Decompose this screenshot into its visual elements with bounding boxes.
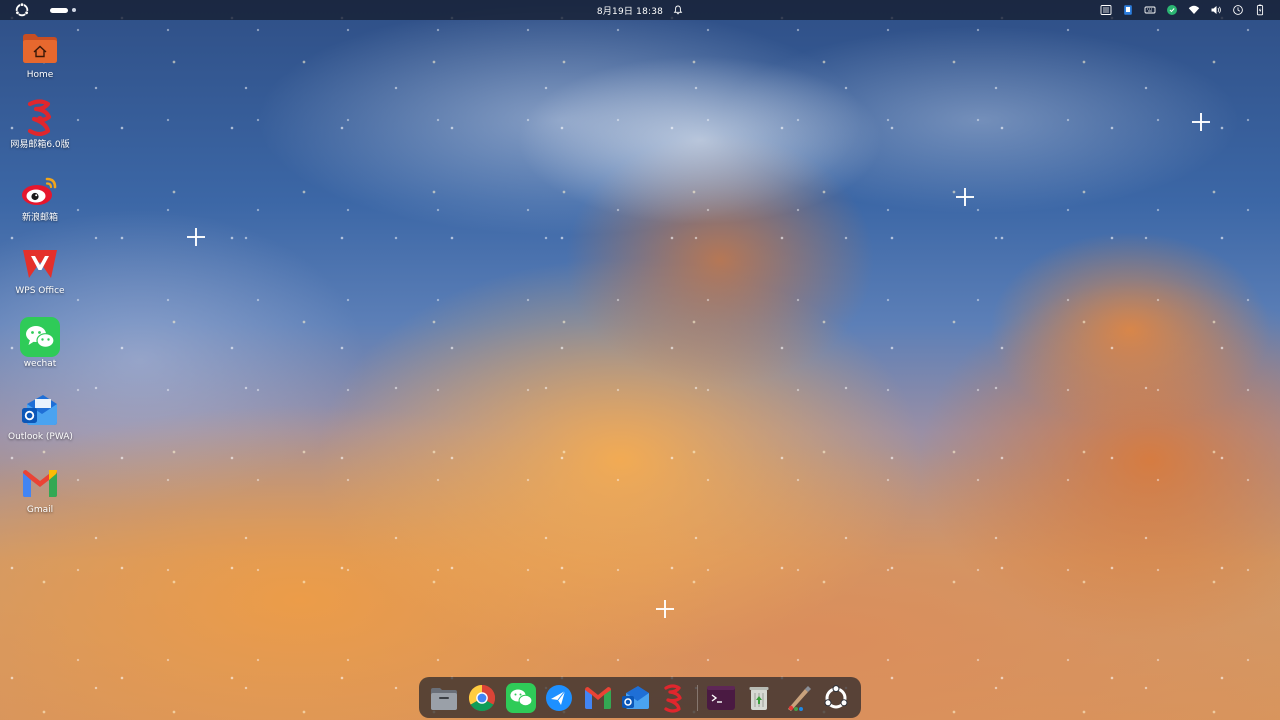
dock-ubuntu-apps[interactable] (819, 680, 852, 715)
wifi-icon[interactable] (1188, 4, 1200, 16)
desktop-item-label: Home (26, 70, 54, 80)
wallpaper-star-flare (656, 600, 674, 618)
outlook-icon (621, 685, 649, 709)
wps-office-icon (20, 244, 60, 284)
wallpaper-star-flare (1192, 113, 1210, 131)
desktop-item-label: Gmail (26, 505, 54, 515)
input-method-icon[interactable] (1100, 4, 1112, 16)
paint-icon (787, 685, 811, 711)
dock-wechat[interactable] (504, 680, 537, 715)
dock-paint[interactable] (781, 680, 814, 715)
dock-netease-mail[interactable] (658, 680, 691, 715)
wechat-icon (505, 682, 536, 713)
desktop-item-label: 网易邮箱6.0版 (10, 140, 70, 150)
feishu-icon (546, 684, 573, 711)
sina-mail-icon (20, 171, 60, 211)
dock-outlook[interactable] (619, 680, 652, 715)
home-folder-icon (20, 28, 60, 68)
desktop-item-netease-mail[interactable]: 网易邮箱6.0版 (8, 98, 72, 151)
desktop-item-label: WPS Office (15, 286, 65, 296)
desktop-item-label: wechat (23, 359, 57, 369)
gmail-icon (584, 686, 611, 709)
gmail-icon (20, 463, 60, 503)
dock-chrome[interactable] (465, 680, 498, 715)
volume-icon[interactable] (1210, 4, 1222, 16)
outlook-icon (20, 390, 60, 430)
ubuntu-apps-icon (824, 684, 848, 708)
top-panel: 8月19日 18:38 (0, 0, 1280, 20)
keyboard-icon[interactable] (1144, 4, 1156, 16)
dock-terminal[interactable] (704, 680, 737, 715)
wallpaper-star-flare (956, 188, 974, 206)
files-icon (430, 687, 457, 710)
dock-feishu[interactable] (542, 680, 575, 715)
desktop-item-wps-office[interactable]: WPS Office (8, 244, 72, 297)
netease-mail-icon (664, 683, 683, 713)
dock-files[interactable] (427, 680, 460, 715)
wallpaper-star-flare (187, 228, 205, 246)
desktop-item-wechat[interactable]: wechat (8, 317, 72, 370)
desktop-item-home[interactable]: Home (8, 28, 72, 81)
dock-trash[interactable] (743, 680, 776, 715)
timer-icon[interactable] (1232, 4, 1244, 16)
desktop-item-label: 新浪邮箱 (21, 213, 58, 223)
dock-separator (697, 684, 699, 711)
wechat-icon (20, 317, 60, 357)
trash-icon (749, 686, 769, 710)
desktop-item-outlook[interactable]: Outlook (PWA) (8, 390, 73, 443)
clock-date-time[interactable]: 8月19日 18:38 (597, 4, 663, 17)
notification-bell-icon[interactable] (673, 5, 683, 15)
wallpaper-stars (0, 0, 1280, 720)
dock-gmail[interactable] (581, 680, 614, 715)
terminal-icon (706, 685, 735, 710)
desktop-item-sina-mail[interactable]: 新浪邮箱 (8, 171, 72, 224)
clipboard-icon[interactable] (1122, 4, 1134, 16)
netease-mail-icon (20, 98, 60, 138)
dock (419, 677, 861, 718)
desktop-item-label: Outlook (PWA) (8, 432, 73, 442)
battery-icon[interactable] (1254, 4, 1266, 16)
vpn-icon[interactable] (1166, 4, 1178, 16)
desktop-item-gmail[interactable]: Gmail (8, 463, 72, 516)
chrome-icon (469, 684, 496, 711)
